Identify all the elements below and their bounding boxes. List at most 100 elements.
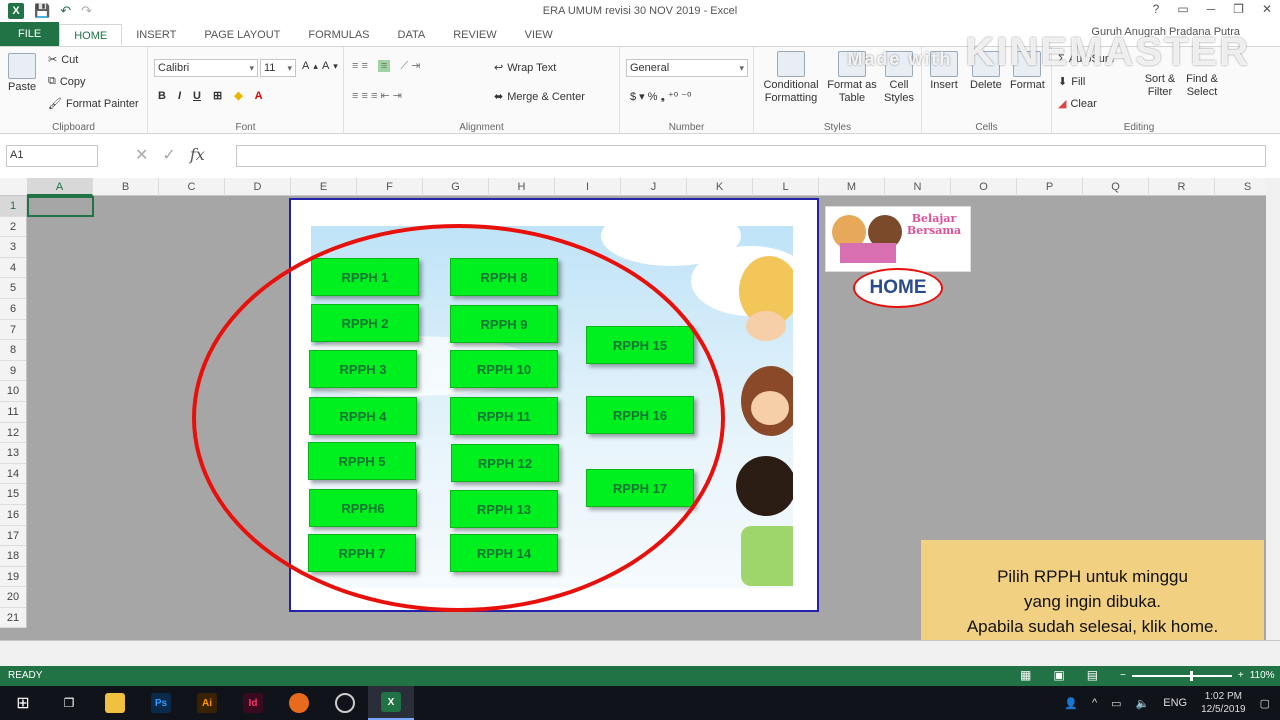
volume-icon[interactable]: 🔈 (1136, 697, 1150, 710)
task-view-button[interactable]: ❐ (46, 686, 92, 720)
rpph-2-button[interactable]: RPPH 2 (311, 304, 419, 342)
rpph-12-button[interactable]: RPPH 12 (451, 444, 559, 482)
row-header-20[interactable]: 20 (0, 587, 26, 608)
app-button[interactable] (322, 686, 368, 720)
tab-view[interactable]: VIEW (511, 24, 567, 46)
rpph-16-button[interactable]: RPPH 16 (586, 396, 694, 434)
rpph-11-button[interactable]: RPPH 11 (450, 397, 558, 435)
font-color-icon[interactable]: A (255, 90, 263, 102)
column-header-p[interactable]: P (1017, 178, 1083, 196)
people-icon[interactable]: 👤 (1064, 697, 1078, 710)
row-header-6[interactable]: 6 (0, 299, 26, 320)
column-header-c[interactable]: C (159, 178, 225, 196)
rpph-13-button[interactable]: RPPH 13 (450, 490, 558, 528)
minimize-icon[interactable]: ─ (1207, 2, 1216, 16)
file-explorer-button[interactable] (92, 686, 138, 720)
column-header-k[interactable]: K (687, 178, 753, 196)
row-header-14[interactable]: 14 (0, 464, 26, 485)
chevron-up-icon[interactable]: ^ (1092, 697, 1097, 709)
row-header-5[interactable]: 5 (0, 278, 26, 299)
row-header-2[interactable]: 2 (0, 217, 26, 238)
row-header-21[interactable]: 21 (0, 608, 26, 629)
bold-icon[interactable]: B (158, 90, 166, 102)
rpph-7-button[interactable]: RPPH 7 (308, 534, 416, 572)
excel-taskbar-button[interactable]: X (368, 686, 414, 720)
clock[interactable]: 1:02 PM 12/5/2019 (1201, 690, 1246, 716)
column-header-f[interactable]: F (357, 178, 423, 196)
copy-button[interactable]: ⧉ Copy (48, 75, 86, 88)
start-button[interactable]: ⊞ (0, 686, 46, 720)
insert-function-icon[interactable]: fx (190, 145, 205, 165)
save-icon[interactable]: 💾 (34, 3, 50, 19)
row-header-3[interactable]: 3 (0, 237, 26, 258)
help-icon[interactable]: ? (1153, 2, 1160, 16)
clear-button[interactable]: ◢ Clear (1058, 97, 1097, 111)
zoom-in-icon[interactable]: + (1238, 670, 1244, 681)
cancel-icon[interactable]: ✕ (135, 145, 148, 165)
tab-file[interactable]: FILE (0, 22, 60, 46)
row-header-1[interactable]: 1 (0, 196, 26, 217)
italic-icon[interactable]: I (178, 90, 181, 102)
enter-icon[interactable]: ✓ (162, 145, 175, 165)
row-header-8[interactable]: 8 (0, 340, 26, 361)
number-format-icons[interactable]: $ ▾ % ❟ ⁺⁰ ⁻⁰ (630, 90, 691, 104)
column-header-b[interactable]: B (93, 178, 159, 196)
indesign-button[interactable]: Id (230, 686, 276, 720)
wrap-text-button[interactable]: ↩ Wrap Text (494, 61, 556, 75)
rpph-9-button[interactable]: RPPH 9 (450, 305, 558, 343)
underline-icon[interactable]: U (193, 90, 201, 102)
row-header-12[interactable]: 12 (0, 423, 26, 444)
notifications-icon[interactable]: ▢ (1260, 697, 1270, 710)
column-header-i[interactable]: I (555, 178, 621, 196)
column-header-q[interactable]: Q (1083, 178, 1149, 196)
close-icon[interactable]: ✕ (1262, 2, 1272, 16)
photoshop-button[interactable]: Ps (138, 686, 184, 720)
align-top-icons[interactable]: ≡ ≡ ≡ ⟋ ⇥ (352, 59, 420, 73)
column-header-h[interactable]: H (489, 178, 555, 196)
normal-view-icon[interactable]: ▦ (1020, 668, 1031, 682)
rpph-8-button[interactable]: RPPH 8 (450, 258, 558, 296)
column-header-n[interactable]: N (885, 178, 951, 196)
row-header-9[interactable]: 9 (0, 361, 26, 382)
zoom-slider[interactable] (1131, 670, 1232, 681)
fill-button[interactable]: ⬇ Fill (1058, 75, 1085, 89)
tab-data[interactable]: DATA (384, 24, 440, 46)
zoom-out-icon[interactable]: − (1120, 670, 1126, 681)
column-header-m[interactable]: M (819, 178, 885, 196)
row-header-17[interactable]: 17 (0, 526, 26, 547)
tab-page-layout[interactable]: PAGE LAYOUT (190, 24, 294, 46)
column-header-j[interactable]: J (621, 178, 687, 196)
rpph-4-button[interactable]: RPPH 4 (309, 397, 417, 435)
row-header-16[interactable]: 16 (0, 505, 26, 526)
align-horizontal-icons[interactable]: ≡ ≡ ≡ ⇤ ⇥ (352, 89, 402, 102)
row-header-4[interactable]: 4 (0, 258, 26, 279)
redo-icon[interactable]: ↷ (81, 3, 92, 19)
row-header-15[interactable]: 15 (0, 484, 26, 505)
sort-filter-button[interactable]: Sort & Filter (1142, 73, 1178, 99)
column-header-a[interactable]: A (27, 178, 93, 196)
name-box[interactable]: A1 (6, 145, 98, 167)
ribbon-display-icon[interactable]: ▭ (1177, 2, 1188, 16)
row-header-11[interactable]: 11 (0, 402, 26, 423)
column-header-o[interactable]: O (951, 178, 1017, 196)
row-header-13[interactable]: 13 (0, 443, 26, 464)
paste-button[interactable]: Paste (8, 53, 36, 94)
row-header-18[interactable]: 18 (0, 546, 26, 567)
grow-font-icon[interactable]: A ▴ A ▾ (302, 60, 338, 72)
home-button[interactable]: HOME (853, 268, 943, 308)
row-header-10[interactable]: 10 (0, 381, 26, 402)
column-header-g[interactable]: G (423, 178, 489, 196)
format-painter-button[interactable]: 🖌 Format Painter (48, 97, 139, 111)
rpph-15-button[interactable]: RPPH 15 (586, 326, 694, 364)
selected-cell-a1[interactable] (27, 196, 94, 217)
illustrator-button[interactable]: Ai (184, 686, 230, 720)
font-size-select[interactable]: 11 (260, 59, 296, 77)
fill-color-icon[interactable]: ◆ (234, 89, 242, 102)
tab-review[interactable]: REVIEW (439, 24, 510, 46)
tab-home[interactable]: HOME (59, 24, 123, 46)
page-layout-view-icon[interactable]: ▣ (1053, 668, 1064, 682)
tab-insert[interactable]: INSERT (122, 24, 190, 46)
restore-icon[interactable]: ❐ (1233, 2, 1244, 16)
number-format-select[interactable]: General (626, 59, 748, 77)
rpph-6-button[interactable]: RPPH6 (309, 489, 417, 527)
